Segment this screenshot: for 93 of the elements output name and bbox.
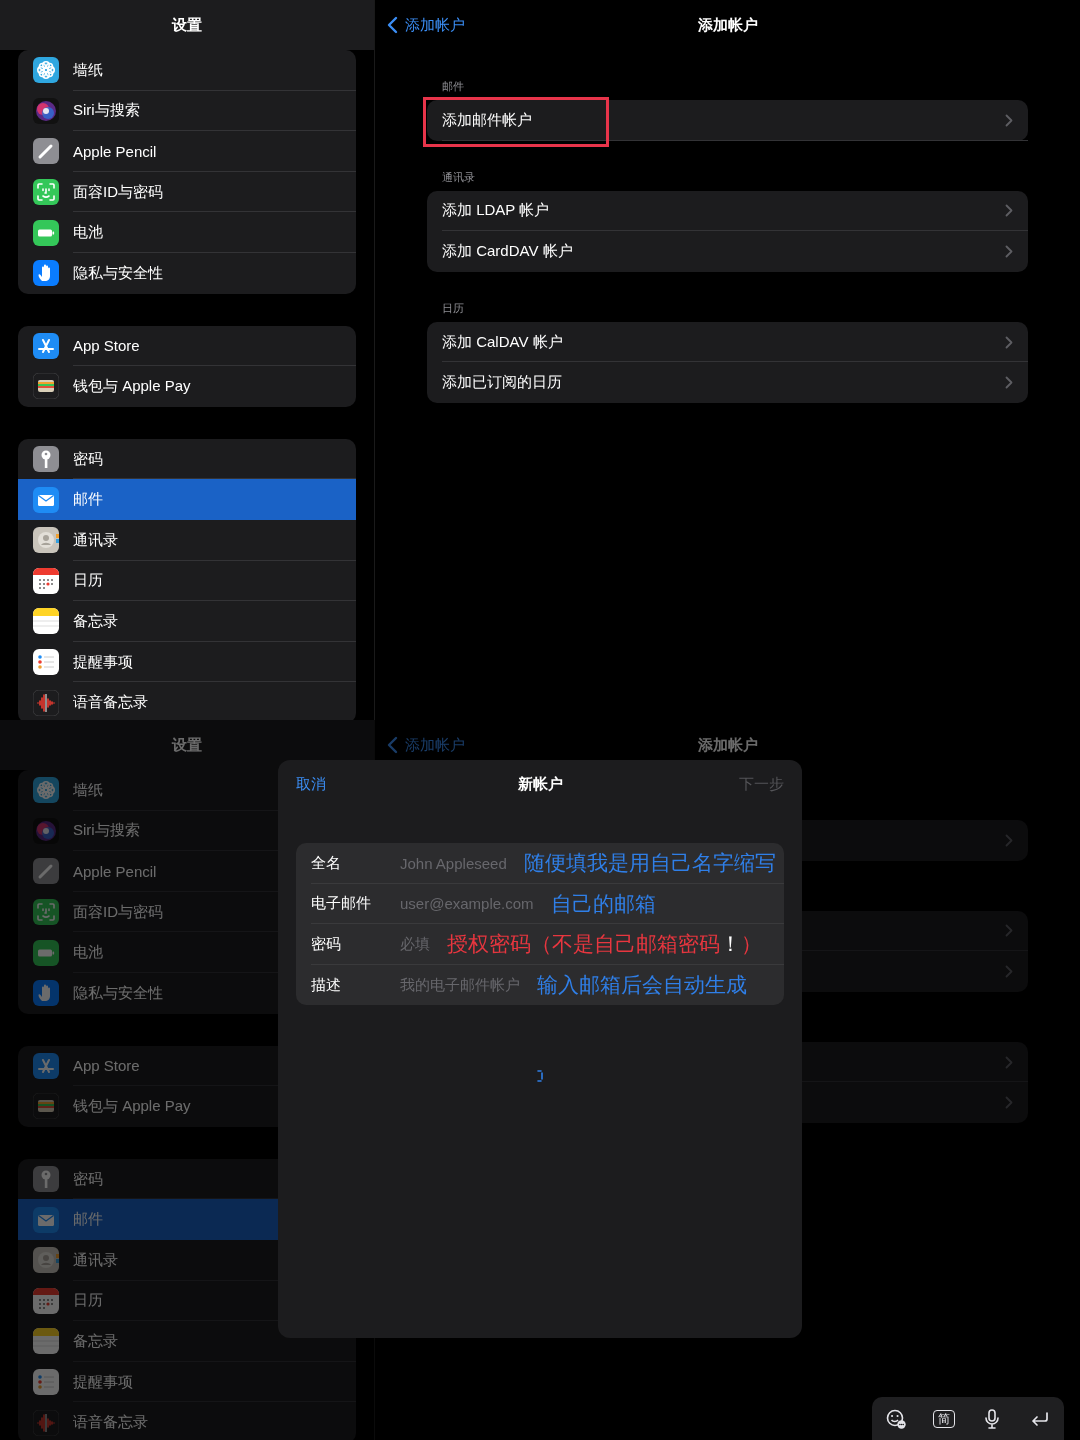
list-row[interactable]: 添加邮件帐户 (427, 100, 1028, 141)
orb-icon (33, 817, 59, 844)
key-icon (33, 446, 59, 473)
face-scan-icon (33, 179, 59, 206)
sidebar-item[interactable]: 墙纸 (18, 50, 356, 91)
person-icon (33, 527, 59, 554)
sidebar-item[interactable]: 邮件 (18, 479, 356, 520)
waveform-icon (33, 1409, 59, 1436)
input-field[interactable]: 必填 (400, 935, 430, 954)
section-header: 通讯录 (442, 170, 475, 183)
chevron-icon (1005, 376, 1013, 390)
chevron-icon (1005, 1055, 1013, 1069)
wallet-icon (33, 373, 59, 400)
sidebar-item[interactable]: 语音备忘录 (18, 1402, 356, 1440)
section-header: 邮件 (442, 80, 464, 92)
chevron-icon (1005, 335, 1013, 349)
input-field[interactable]: John Appleseed (400, 854, 507, 872)
battery-icon (33, 219, 59, 246)
calendar-icon (33, 1287, 59, 1314)
sidebar-item[interactable]: Siri与搜索 (18, 90, 356, 132)
app-store-icon (33, 1052, 59, 1079)
section-header: 日历 (442, 301, 464, 314)
checklist-icon (33, 649, 59, 675)
field-label: 电子邮件 (311, 894, 372, 914)
wallet-icon (33, 1093, 59, 1120)
annotation-note: 输入邮箱后会自动生成 (537, 972, 747, 999)
calendar-icon (33, 567, 59, 594)
sidebar-item[interactable]: 隐私与安全性 (18, 252, 356, 294)
envelope-icon (33, 1206, 59, 1233)
sidebar-item[interactable]: 备忘录 (18, 1321, 356, 1362)
sidebar-item[interactable]: 密码 (18, 438, 356, 480)
annotation-note: 自己的邮箱 (550, 890, 656, 917)
sidebar-item[interactable]: 日历 (18, 1280, 356, 1322)
sidebar-item[interactable]: 通讯录 (18, 519, 356, 561)
sidebar-item[interactable]: 提醒事项 (18, 641, 356, 683)
sheet-title: 新帐户 (517, 774, 563, 794)
checklist-icon (33, 1369, 59, 1395)
notepad-icon (33, 608, 59, 635)
page-title: 添加帐户 (697, 15, 758, 35)
back-button[interactable]: 添加帐户 (387, 15, 465, 35)
sidebar-item[interactable]: 钱包与 Apple Pay (18, 366, 356, 407)
field-label: 密码 (311, 935, 342, 954)
sidebar-item[interactable]: 日历 (18, 560, 356, 602)
list-row[interactable]: 添加已订阅的日历 (427, 362, 1028, 403)
sidebar-title: 设置 (172, 735, 202, 755)
person-icon (33, 1247, 59, 1274)
pencil-icon (33, 138, 59, 165)
chevron-icon (1005, 1096, 1013, 1110)
input-field[interactable]: user@example.com (400, 895, 534, 913)
annotation-note: 授权密码（不是自己邮箱密码！） (447, 931, 762, 958)
waveform-icon (33, 689, 59, 716)
sidebar-item[interactable]: App Store (18, 1045, 356, 1087)
app-store-icon (33, 332, 59, 359)
hand-icon (33, 980, 59, 1007)
pencil-icon (33, 858, 59, 885)
list-row[interactable]: 添加 LDAP 帐户 (427, 190, 1028, 232)
cancel-button[interactable]: 取消 (296, 774, 326, 794)
flower-icon (33, 57, 59, 84)
field-label: 描述 (311, 975, 342, 995)
sidebar-item[interactable]: 提醒事项 (18, 1361, 356, 1403)
hand-icon (33, 260, 59, 287)
sidebar-item[interactable]: 密码 (18, 1158, 356, 1200)
chevron-icon (1005, 924, 1013, 938)
back-chevron-icon (387, 16, 398, 34)
list-row[interactable]: 添加 CardDAV 帐户 (427, 231, 1028, 272)
sidebar-item[interactable]: 通讯录 (18, 1239, 356, 1281)
sidebar-item[interactable]: 面容ID与密码 (18, 171, 356, 213)
sidebar-item[interactable]: 电池 (18, 212, 356, 253)
notepad-icon (33, 1328, 59, 1355)
envelope-icon (33, 486, 59, 513)
back-chevron-icon (387, 736, 398, 754)
sidebar-item[interactable]: App Store (18, 325, 356, 367)
chevron-icon (1005, 113, 1013, 127)
orb-icon (33, 97, 59, 124)
sidebar-item[interactable]: 备忘录 (18, 601, 356, 642)
annotation-note: 随便填我是用自己名字缩写 (523, 850, 776, 877)
chevron-icon (1005, 833, 1013, 847)
sidebar-title: 设置 (172, 15, 202, 35)
flower-icon (33, 777, 59, 804)
emoji-key[interactable] (885, 1408, 907, 1430)
input-field[interactable]: 我的电子邮件帐户 (400, 975, 520, 995)
key-icon (33, 1166, 59, 1193)
face-scan-icon (33, 899, 59, 926)
battery-icon (33, 939, 59, 966)
input-mode-key[interactable]: 简 (933, 1410, 955, 1428)
list-row[interactable]: 添加 CalDAV 帐户 (427, 321, 1028, 363)
chevron-icon (1005, 965, 1013, 978)
chevron-icon (1005, 204, 1013, 218)
chevron-icon (1005, 245, 1013, 258)
field-label: 全名 (311, 853, 342, 873)
sidebar-item[interactable]: Apple Pencil (18, 131, 356, 172)
page-title: 添加帐户 (697, 735, 758, 755)
smiley-icon (885, 1408, 907, 1430)
